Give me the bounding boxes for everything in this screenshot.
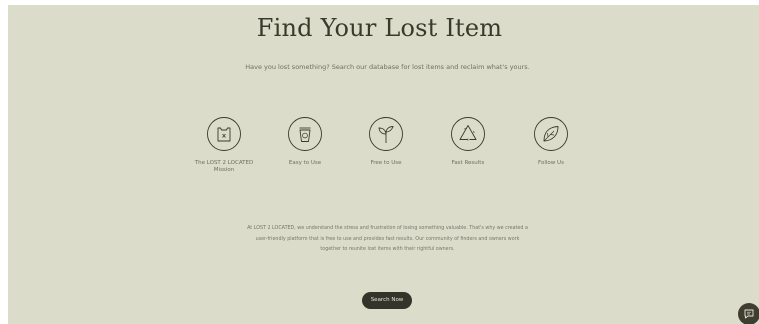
sprout-icon <box>369 117 403 151</box>
feature-follow-us[interactable]: Follow Us <box>511 116 591 167</box>
feature-fast-results[interactable]: Fast Results <box>428 116 508 167</box>
search-now-button[interactable]: Search Now <box>362 292 412 309</box>
page: Find Your Lost Item Have you lost someth… <box>0 0 759 324</box>
chat-button[interactable] <box>738 303 759 324</box>
cup-icon <box>288 117 322 151</box>
page-title: Find Your Lost Item <box>256 14 503 42</box>
feature-label: Easy to Use <box>288 160 322 166</box>
leaf-icon <box>534 117 568 151</box>
feature-label: The LOST 2 LOCATED Mission <box>194 160 254 173</box>
page-subtitle: Have you lost something? Search our data… <box>245 63 530 71</box>
feature-free-to-use[interactable]: Free to Use <box>346 116 426 167</box>
bag-icon <box>207 117 241 151</box>
feature-label: Fast Results <box>451 160 485 166</box>
chat-icon <box>744 309 754 319</box>
feature-label: Follow Us <box>538 160 564 166</box>
recycle-icon <box>451 117 485 151</box>
feature-mission[interactable]: The LOST 2 LOCATED Mission <box>184 116 264 174</box>
about-description: At LOST 2 LOCATED, we understand the str… <box>247 226 528 252</box>
feature-easy-to-use[interactable]: Easy to Use <box>265 116 345 167</box>
feature-label: Free to Use <box>370 160 402 166</box>
